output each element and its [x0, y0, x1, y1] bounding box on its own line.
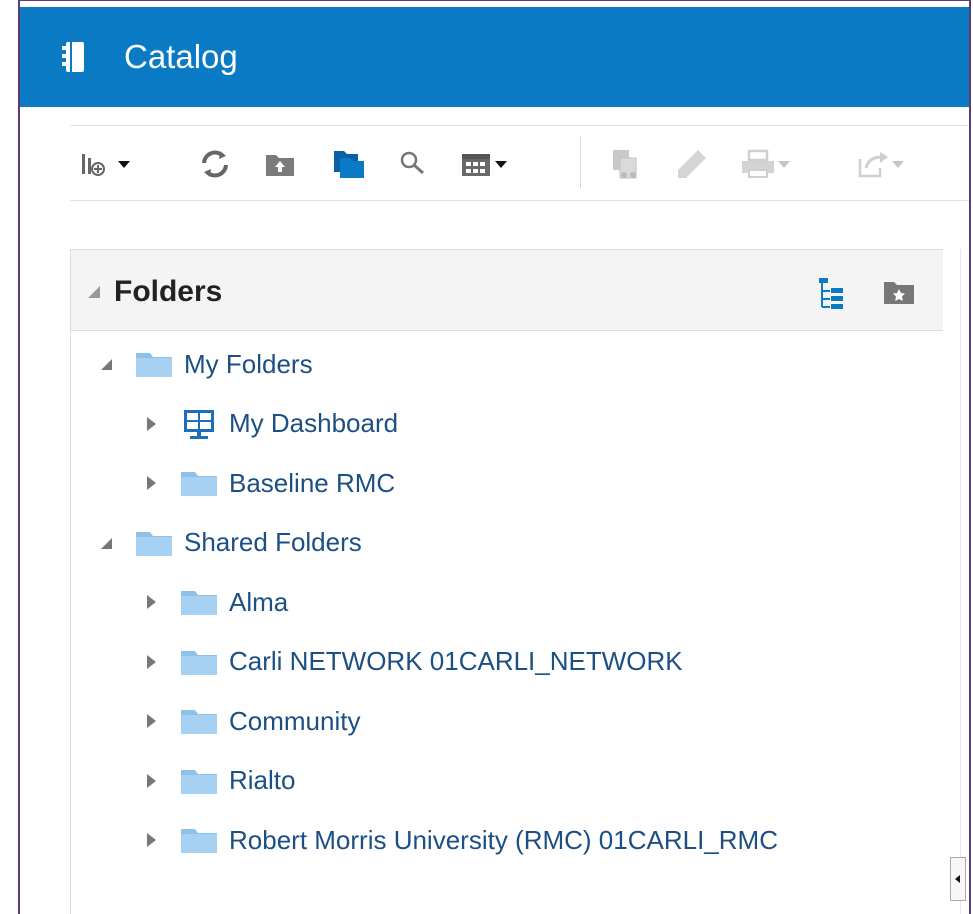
tree-item[interactable]: Baseline RMC	[143, 463, 395, 503]
new-chart-icon	[82, 154, 105, 176]
calendar-grid-icon	[462, 154, 490, 176]
folder-icon	[181, 650, 217, 675]
upload-folder-icon	[266, 155, 294, 176]
tree-toggle[interactable]	[143, 594, 159, 610]
collapsed-triangle-icon[interactable]	[143, 594, 159, 610]
catalog-toolbar	[70, 125, 969, 201]
tree-item-label[interactable]: Rialto	[229, 765, 295, 796]
caret-left-icon	[955, 875, 960, 883]
print-button[interactable]	[740, 146, 792, 182]
new-menu-button[interactable]	[80, 146, 132, 182]
book-icon	[62, 42, 84, 72]
tree-view-icon[interactable]	[816, 276, 846, 310]
tree-item[interactable]: Carli NETWORK 01CARLI_NETWORK	[143, 642, 683, 682]
content-pane-edge: T	[960, 249, 969, 914]
folder-icon	[181, 591, 217, 615]
tree-toggle[interactable]	[143, 416, 159, 432]
scroll-left-button[interactable]	[950, 857, 966, 901]
folder-icon	[136, 353, 172, 377]
tree-toggle[interactable]	[143, 832, 159, 848]
refresh-icon	[202, 150, 228, 178]
tree-toggle[interactable]	[143, 773, 159, 789]
folder-icon	[181, 710, 217, 734]
tree-item-icon	[134, 349, 174, 379]
chevron-down-icon	[495, 161, 507, 168]
show-folders-button[interactable]	[332, 146, 366, 182]
dashboard-icon	[184, 409, 214, 439]
folders-panel: Folders My Folders My Dashboard Baseline R…	[70, 249, 943, 914]
tree-item-label[interactable]: Carli NETWORK 01CARLI_NETWORK	[229, 646, 683, 677]
tree-item-label[interactable]: Baseline RMC	[229, 468, 395, 499]
tree-item[interactable]: Shared Folders	[98, 523, 362, 563]
tree-item-icon	[179, 825, 219, 855]
copy-icon	[613, 150, 637, 179]
tree-item[interactable]: Community	[143, 701, 360, 741]
folder-icon	[181, 472, 217, 496]
tree-item-label[interactable]: Robert Morris University (RMC) 01CARLI_R…	[229, 825, 778, 856]
folder-icon	[136, 531, 172, 556]
collapse-triangle-icon[interactable]	[86, 284, 102, 300]
expanded-triangle-icon[interactable]	[98, 356, 114, 372]
tree-item-label[interactable]: My Folders	[184, 349, 313, 380]
tree-item-label[interactable]: Shared Folders	[184, 527, 362, 558]
tree-item-label[interactable]: My Dashboard	[229, 408, 398, 439]
printer-icon	[742, 149, 774, 178]
tree-item-icon	[179, 647, 219, 677]
tree-toggle[interactable]	[143, 654, 159, 670]
collapsed-triangle-icon[interactable]	[143, 654, 159, 670]
folders-panel-title: Folders	[114, 275, 223, 308]
catalog-header: Catalog	[20, 7, 969, 107]
tree-item-icon	[179, 706, 219, 736]
expanded-triangle-icon[interactable]	[98, 535, 114, 551]
copy-button[interactable]	[610, 146, 642, 182]
tree-item[interactable]: My Dashboard	[143, 404, 398, 444]
tree-item[interactable]: Alma	[143, 582, 288, 622]
tree-item-icon	[179, 468, 219, 498]
chevron-down-icon	[118, 161, 130, 168]
tree-item-icon	[179, 587, 219, 617]
tree-item[interactable]: My Folders	[98, 344, 313, 384]
toolbar-separator	[580, 136, 581, 188]
tree-item-icon	[179, 408, 219, 440]
upload-folder-button[interactable]	[265, 146, 295, 182]
tree-toggle[interactable]	[98, 535, 114, 551]
folders-icon	[334, 151, 364, 178]
tree-item-icon	[134, 528, 174, 558]
collapsed-triangle-icon[interactable]	[143, 713, 159, 729]
collapsed-triangle-icon[interactable]	[143, 475, 159, 491]
search-button[interactable]	[398, 146, 428, 182]
edit-button[interactable]	[674, 146, 708, 182]
refresh-button[interactable]	[198, 146, 232, 182]
search-icon	[400, 151, 424, 175]
page-title: Catalog	[124, 38, 238, 75]
collapsed-triangle-icon[interactable]	[143, 832, 159, 848]
tree-item-label[interactable]: Alma	[229, 587, 288, 618]
folder-icon	[181, 769, 217, 794]
collapsed-triangle-icon[interactable]	[143, 773, 159, 789]
tree-item-icon	[179, 766, 219, 796]
tree-toggle[interactable]	[98, 356, 114, 372]
tree-toggle[interactable]	[143, 475, 159, 491]
export-icon	[858, 152, 888, 178]
chevron-down-icon	[778, 161, 790, 168]
pencil-icon	[678, 150, 706, 178]
catalog-window: Catalog Folders My Folders My Dashboard …	[18, 0, 971, 914]
tree-item-label[interactable]: Community	[229, 706, 360, 737]
tree-item[interactable]: Rialto	[143, 761, 295, 801]
folders-panel-header: Folders	[71, 249, 943, 331]
favorite-folder-icon[interactable]	[883, 278, 915, 306]
collapsed-triangle-icon[interactable]	[143, 416, 159, 432]
folder-icon	[181, 829, 217, 853]
tree-item[interactable]: Robert Morris University (RMC) 01CARLI_R…	[143, 820, 778, 860]
export-button[interactable]	[856, 146, 906, 182]
tree-toggle[interactable]	[143, 713, 159, 729]
chevron-down-icon	[892, 161, 904, 168]
view-menu-button[interactable]	[460, 146, 510, 182]
